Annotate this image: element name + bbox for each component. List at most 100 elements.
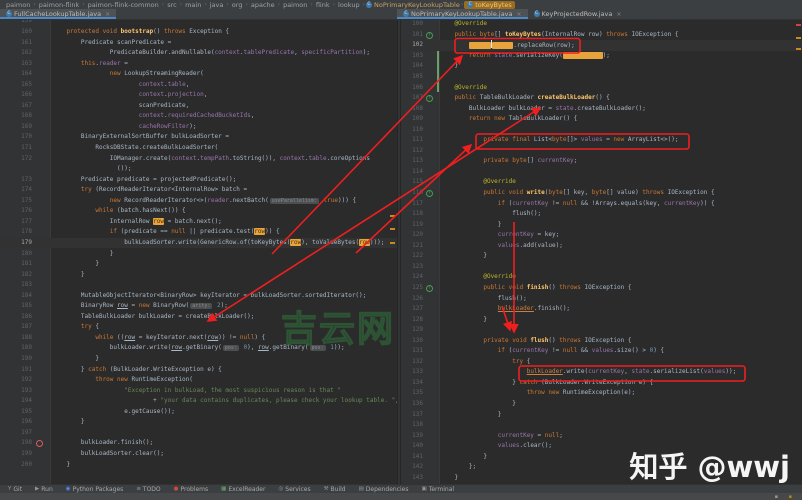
line-number[interactable]: 197 [0, 428, 32, 439]
line-number[interactable]: 143 [401, 473, 423, 484]
breadcrumb-class-item[interactable]: CNoPrimaryKeyLookupTable [366, 1, 460, 9]
tool-window-button-dependencies[interactable]: ▤Dependencies [359, 486, 409, 493]
line-number[interactable]: 133 [401, 367, 423, 378]
close-icon[interactable]: × [616, 11, 621, 18]
code-text[interactable]: PredicateBuilder.andNullable(context.tab… [52, 48, 370, 59]
line-number[interactable]: 109 [401, 114, 423, 125]
code-text[interactable]: try { [440, 357, 530, 368]
code-text[interactable]: public void finish() throws IOException … [440, 283, 632, 294]
code-text[interactable]: try (RecordReaderIterator<InternalRow> b… [52, 185, 247, 196]
override-icon[interactable]: ↑ [426, 285, 433, 292]
line-number[interactable]: 200 [0, 460, 32, 471]
line-number[interactable]: 118 [401, 209, 423, 220]
code-text[interactable]: currentKey = key; [440, 230, 559, 241]
line-number[interactable]: 115 [401, 177, 423, 188]
line-number[interactable]: 180 [0, 249, 32, 260]
code-text[interactable]: flush(); [440, 209, 541, 220]
code-text[interactable]: private byte[] currentKey; [440, 156, 577, 167]
pane-divider[interactable] [397, 20, 401, 484]
line-number[interactable]: 107 [401, 93, 423, 104]
line-number[interactable]: 125 [401, 283, 423, 294]
line-number[interactable]: 139 [401, 431, 423, 442]
code-text[interactable]: } catch (BulkLoader.WriteException e) { [52, 365, 222, 376]
code-text[interactable]: + "your data contains duplicates, please… [52, 396, 397, 407]
code-text[interactable]: scanPredicate, [52, 101, 189, 112]
code-text[interactable]: } [52, 270, 85, 281]
code-text[interactable]: bulkLoader.finish(); [52, 438, 153, 449]
line-number[interactable]: 170 [0, 132, 32, 143]
line-number[interactable]: 134 [401, 378, 423, 389]
code-text[interactable]: } [52, 259, 99, 270]
line-number[interactable]: 171 [0, 143, 32, 154]
code-text[interactable]: new LookupStreamingReader( [52, 69, 204, 80]
breadcrumb-item[interactable]: main [185, 1, 201, 9]
breadcrumb-item[interactable]: apache [251, 1, 275, 9]
code-text[interactable]: if (currentKey != null && !Arrays.equals… [440, 199, 715, 210]
status-mini-icon[interactable]: ▪ [789, 494, 792, 500]
code-text[interactable]: }; [440, 462, 476, 473]
line-number[interactable]: 120 [401, 230, 423, 241]
line-number[interactable]: 182 [0, 270, 32, 281]
code-text[interactable]: } [440, 410, 501, 421]
code-text[interactable]: cacheRowFilter); [52, 122, 197, 133]
line-number[interactable]: 189 [0, 343, 32, 354]
code-text[interactable]: } [440, 473, 458, 484]
code-text[interactable]: public TableBulkLoader createBulkLoader(… [440, 93, 610, 104]
line-number[interactable]: 166 [0, 90, 32, 101]
code-text[interactable]: context.table, [52, 80, 189, 91]
override-icon[interactable]: ↑ [426, 190, 433, 197]
status-mini-icon[interactable]: ▪ [775, 494, 778, 500]
breadcrumb-item[interactable]: paimon [6, 1, 30, 9]
tool-window-button-todo[interactable]: ≡TODO [136, 486, 160, 493]
line-number[interactable]: 140 [401, 441, 423, 452]
code-text[interactable]: this.reader = [52, 59, 128, 70]
editor-pane-right[interactable]: 100 @Override101↑ public byte[] toKeyByt… [401, 20, 802, 484]
code-text[interactable]: private void flush() throws IOException … [440, 336, 631, 347]
line-number[interactable]: 167 [0, 101, 32, 112]
override-icon[interactable]: ↑ [426, 95, 433, 102]
code-text[interactable]: public byte[] toKeyBytes(InternalRow row… [440, 30, 678, 41]
code-text[interactable]: bulkLoadSorter.write(GenericRow.of(toKey… [52, 238, 384, 249]
line-number[interactable]: 159 [0, 20, 32, 27]
tool-window-button-problems[interactable]: ●Problems [174, 486, 208, 493]
line-number[interactable]: 179 [0, 238, 32, 249]
line-number[interactable]: 142 [401, 462, 423, 473]
line-number[interactable]: 128 [401, 315, 423, 326]
line-number[interactable]: 176 [0, 206, 32, 217]
code-text[interactable]: } [52, 417, 85, 428]
code-text[interactable]: context.requiredCachedBucketIds, [52, 111, 254, 122]
line-number[interactable]: 138 [401, 420, 423, 431]
line-number[interactable]: 188 [0, 333, 32, 344]
code-text[interactable]: throw new RuntimeException( [52, 375, 193, 386]
code-text[interactable]: while (batch.hasNext()) { [52, 206, 186, 217]
line-number[interactable]: 106 [401, 83, 423, 94]
line-number[interactable]: 195 [0, 407, 32, 418]
line-number[interactable]: 162 [0, 48, 32, 59]
code-text[interactable]: @Override [440, 272, 516, 283]
breadcrumb-item[interactable]: paimon-flink-common [88, 1, 159, 9]
code-text[interactable]: IOManager.create(context.tempPath.toStri… [52, 154, 370, 165]
line-number[interactable]: 100 [401, 20, 423, 30]
line-number[interactable]: 124 [401, 272, 423, 283]
line-number[interactable]: 191 [0, 365, 32, 376]
line-number[interactable]: 164 [0, 69, 32, 80]
line-number[interactable]: 186 [0, 312, 32, 323]
code-text[interactable]: flush(); [440, 294, 527, 305]
tool-window-button-excelreader[interactable]: ▦ExcelReader [221, 486, 265, 493]
code-text[interactable]: ()); [52, 164, 131, 175]
code-text[interactable]: } [440, 251, 487, 262]
line-number[interactable]: 131 [401, 346, 423, 357]
line-number[interactable]: 183 [0, 280, 32, 291]
code-text[interactable]: Predicate scanPredicate = [52, 38, 171, 49]
code-text[interactable]: throw new RuntimeException(e); [440, 388, 635, 399]
line-number[interactable]: 116 [401, 188, 423, 199]
tool-window-button-python-packages[interactable]: ◉Python Packages [66, 486, 124, 493]
line-number[interactable]: 185 [0, 301, 32, 312]
code-text[interactable]: protected void bootstrap() throws Except… [52, 27, 229, 38]
line-number[interactable]: 123 [401, 262, 423, 273]
line-number[interactable]: 184 [0, 291, 32, 302]
tool-window-button-terminal[interactable]: ▣Terminal [422, 486, 455, 493]
line-number[interactable]: 178 [0, 227, 32, 238]
code-text[interactable]: while ((row = keyIterator.next(row)) != … [52, 333, 265, 344]
line-number[interactable]: 110 [401, 125, 423, 136]
